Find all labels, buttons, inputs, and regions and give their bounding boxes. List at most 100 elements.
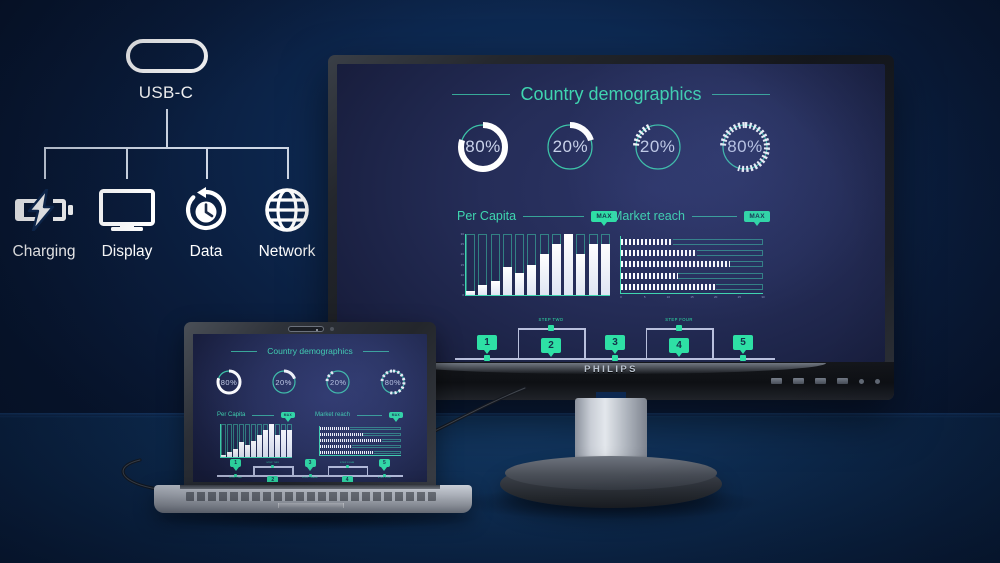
feature-charging: Charging (2, 183, 86, 261)
bar-track (221, 424, 226, 457)
per-capita-title: Per Capita (457, 209, 517, 223)
step-node[interactable]: 2 (541, 338, 561, 353)
bar-column (551, 234, 561, 295)
bar-row (320, 438, 401, 442)
bar-fill (621, 261, 730, 268)
bar-fill (621, 238, 674, 245)
per-capita-chart: 0 5 10 15 20 25 30 (220, 424, 292, 458)
bar-fill (239, 441, 244, 457)
step-node[interactable]: 5 (378, 459, 390, 467)
bar-fill (621, 250, 697, 257)
bar-column (263, 424, 268, 457)
bar-column (490, 234, 500, 295)
y-tick: 15 (460, 262, 464, 267)
donut-value: 80% (465, 137, 501, 156)
x-tick: 5 (333, 457, 334, 459)
title-rule-left (231, 350, 258, 352)
bar-row (621, 284, 763, 291)
connector-bus (44, 147, 288, 149)
donut-chart: 80% (455, 119, 511, 175)
donut-chart: 20% (630, 119, 686, 175)
step-dot (548, 325, 554, 331)
x-tick: 5 (643, 295, 646, 299)
laptop-hinge (180, 485, 440, 489)
step-node[interactable]: 1 (230, 459, 242, 467)
osd-controls[interactable] (771, 378, 880, 384)
bar-column (564, 234, 574, 295)
step-node[interactable]: 3 (605, 335, 625, 350)
bar-fill (221, 454, 226, 457)
laptop-trackpad[interactable] (278, 503, 344, 508)
bar-fill (502, 266, 512, 295)
step-riser (366, 466, 369, 475)
laptop-webcam-slot (288, 326, 324, 332)
bar-row (621, 261, 763, 268)
donut-chart: 20% (542, 119, 598, 175)
step-node[interactable]: 2 (267, 476, 279, 482)
bar-fill (478, 284, 488, 295)
osd-power-icon[interactable] (859, 378, 864, 384)
market-reach-chart: 051015202530 (319, 426, 401, 456)
bar-fill (251, 440, 256, 457)
y-tick: 10 (460, 272, 464, 277)
bar-fill (551, 244, 561, 295)
bar-fill (527, 264, 537, 295)
bar-fill (320, 450, 374, 454)
bar-column (251, 424, 256, 457)
donut-value: 20% (639, 137, 676, 156)
bar-fill (320, 438, 383, 442)
bar-row (320, 427, 401, 431)
per-capita-panel: Per Capita MAX (217, 412, 295, 418)
dashboard-monitor: Country demographics 80% 20% 20% 80% Per Capi… (337, 64, 885, 362)
step-node[interactable]: 5 (733, 335, 753, 350)
step-dot (345, 464, 349, 468)
osd-brightness-icon[interactable] (793, 378, 804, 384)
feature-display: Display (85, 183, 169, 261)
globe-network-icon (245, 183, 329, 237)
donut-value: 80% (220, 377, 238, 387)
laptop-screen[interactable]: Country demographics 80% 20% 20% 80% Per Capi… (193, 334, 427, 482)
laptop-keyboard[interactable] (186, 492, 436, 501)
bar-row (320, 433, 401, 437)
step-dot (676, 325, 682, 331)
step-dot (308, 473, 312, 477)
osd-menu-icon[interactable] (837, 378, 848, 384)
market-reach-max-badge: MAX (744, 210, 770, 222)
step-node[interactable]: 3 (304, 459, 316, 467)
bar-column (245, 424, 250, 457)
step-flow: 1STEP ONE2STEP TWO3STEP THREE4STEP FOUR5… (455, 314, 775, 362)
step-node[interactable]: 4 (341, 476, 353, 482)
bar-fill (600, 244, 610, 295)
donut-row: 80% 20% 20% 80% (455, 119, 773, 175)
per-capita-max-badge: MAX (280, 412, 295, 418)
monitor-screen[interactable]: Country demographics 80% 20% 20% 80% Per Capi… (337, 64, 885, 362)
bar-fill (320, 433, 364, 437)
market-reach-rule (357, 414, 382, 416)
dashboard-title: Country demographics (520, 84, 702, 104)
donut-chart: 20% (270, 368, 298, 396)
market-reach-chart: 051015202530 (620, 236, 765, 299)
step-label: STEP FOUR (340, 462, 355, 464)
bar-column (257, 424, 262, 457)
display-monitor-icon (85, 183, 169, 237)
x-tick: 20 (713, 295, 718, 299)
osd-input-icon[interactable] (771, 378, 782, 384)
osd-volume-icon[interactable] (815, 378, 826, 384)
donut-value: 20% (330, 377, 347, 387)
data-clock-icon (164, 183, 248, 237)
bar-row (621, 272, 763, 279)
title-rule-right (362, 350, 389, 352)
step-label: STEP ONE (229, 477, 242, 480)
bar-fill (539, 254, 549, 295)
per-capita-rule (252, 414, 274, 416)
connector-stem (166, 109, 168, 147)
donut-value: 20% (552, 137, 589, 156)
feature-charging-label: Charging (12, 243, 76, 260)
step-riser (327, 466, 330, 475)
bar-fill (275, 435, 280, 457)
step-node[interactable]: 4 (669, 338, 689, 353)
step-dot (484, 355, 490, 361)
donut-value: 80% (384, 377, 402, 387)
bar-fill (263, 429, 268, 457)
step-node[interactable]: 1 (477, 335, 497, 350)
